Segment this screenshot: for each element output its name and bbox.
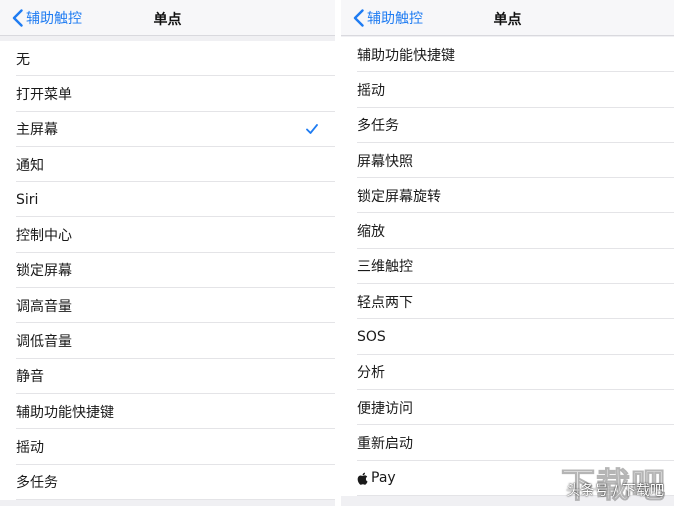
list-item[interactable]: 调低音量 — [0, 323, 335, 359]
apple-logo-icon — [357, 472, 368, 485]
left-navigation-bar: 辅助触控 单点 — [0, 0, 335, 36]
list-item[interactable]: 调高音量 — [0, 288, 335, 324]
chevron-left-icon — [351, 9, 365, 27]
list-item[interactable]: Siri — [0, 182, 335, 218]
list-item-label: 无 — [16, 51, 30, 68]
list-item[interactable]: 主屏幕 — [0, 112, 335, 148]
list-item-label: 重新启动 — [357, 435, 413, 452]
list-item-label: 调低音量 — [16, 334, 72, 351]
back-label: 辅助触控 — [26, 11, 82, 27]
left-back-button[interactable]: 辅助触控 — [10, 8, 82, 28]
list-item[interactable]: 辅助功能快捷键 — [0, 394, 335, 430]
list-item[interactable]: SOS — [341, 319, 674, 355]
list-item[interactable]: 辅助功能快捷键 — [341, 37, 674, 73]
list-item-label: 打开菜单 — [16, 86, 72, 103]
left-option-list: 无打开菜单主屏幕通知 Siri 控制中心锁定屏幕调高音量调低音量静音辅助功能快捷键摇… — [0, 41, 335, 501]
left-settings-panel: 辅助触控 单点 无打开菜单主屏幕通知 Siri 控制中心锁定屏幕调高音量调低音量静音… — [0, 0, 335, 506]
list-item-label: 锁定屏幕 — [16, 263, 72, 280]
list-item-label: 缩放 — [357, 224, 385, 241]
list-item[interactable]: 重新启动 — [341, 425, 674, 461]
right-option-list: 辅助功能快捷键 摇动多任务屏幕快照锁定屏幕旋转 缩放三维触控轻点两下 SOS 分析便捷访… — [341, 37, 674, 497]
list-item-label: 通知 — [16, 157, 44, 174]
checkmark-icon — [305, 122, 319, 136]
list-item-label: 调高音量 — [16, 298, 72, 315]
list-item-label: 便捷访问 — [357, 400, 413, 417]
list-item[interactable]: 通知 — [0, 147, 335, 183]
list-item[interactable]: 多任务 — [0, 465, 335, 501]
chevron-left-icon — [10, 9, 24, 27]
list-item-label: 轻点两下 — [357, 294, 413, 311]
list-item[interactable]: 便捷访问 — [341, 390, 674, 426]
list-item-label: 摇动 — [16, 439, 44, 456]
list-item-label: 静音 — [16, 369, 44, 386]
list-item-label: Pay — [371, 470, 396, 487]
list-item-label: 主屏幕 — [16, 122, 58, 139]
list-item-label: 多任务 — [16, 475, 58, 492]
list-item[interactable]: 缩放 — [341, 213, 674, 250]
list-item-label: 分析 — [357, 365, 385, 382]
list-item[interactable]: 多任务 — [341, 108, 674, 144]
list-item-label: 屏幕快照 — [357, 153, 413, 170]
list-item[interactable]: 锁定屏幕旋转 — [341, 178, 674, 214]
list-item[interactable]: 分析 — [341, 355, 674, 391]
list-item-label: 锁定屏幕旋转 — [357, 188, 441, 205]
list-item[interactable]: 控制中心 — [0, 217, 335, 254]
list-item-label: 三维触控 — [357, 259, 413, 276]
list-item[interactable]: 摇动 — [341, 72, 674, 108]
list-item[interactable]: 无 — [0, 41, 335, 77]
list-item[interactable]: 锁定屏幕 — [0, 253, 335, 289]
list-item[interactable]: 三维触控 — [341, 249, 674, 285]
right-settings-panel: 辅助触控 单点 辅助功能快捷键 摇动多任务屏幕快照锁定屏幕旋转 缩放三维触控轻点两下… — [341, 0, 674, 506]
list-item-label: 多任务 — [357, 118, 399, 135]
right-back-button[interactable]: 辅助触控 — [351, 8, 423, 28]
list-item[interactable]: 摇动 — [0, 429, 335, 465]
list-item[interactable]: 静音 — [0, 359, 335, 395]
list-item[interactable]: 轻点两下 — [341, 284, 674, 320]
right-navigation-bar: 辅助触控 单点 — [341, 0, 674, 36]
list-item-label: SOS — [357, 329, 386, 346]
list-item[interactable]: 屏幕快照 — [341, 143, 674, 179]
list-item-label: Siri — [16, 191, 39, 208]
list-item-label: 辅助功能快捷键 — [357, 47, 455, 64]
list-item[interactable]: Pay — [341, 461, 674, 497]
list-item-label: 辅助功能快捷键 — [16, 404, 114, 421]
list-item[interactable]: 打开菜单 — [0, 76, 335, 112]
list-item-label: 摇动 — [357, 82, 385, 99]
back-label: 辅助触控 — [367, 11, 423, 27]
list-item-label: 控制中心 — [16, 228, 72, 245]
